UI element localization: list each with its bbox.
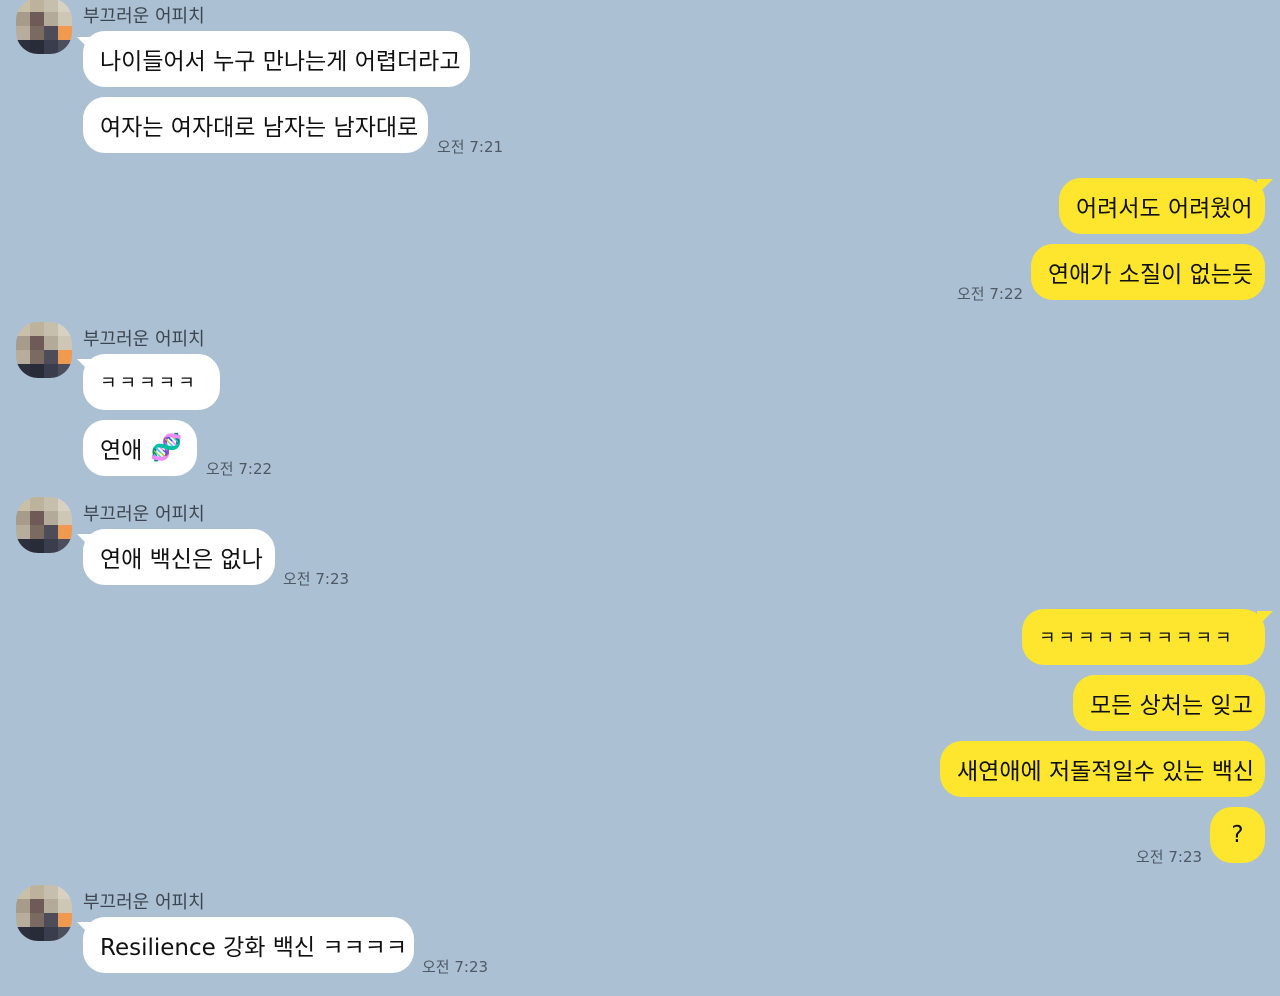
message-bubble[interactable]: ? xyxy=(1210,807,1265,863)
message-text: Resilience 강화 백신 ㅋㅋㅋㅋ xyxy=(100,935,407,961)
message-text: 새연애에 저돌적일수 있는 백신 xyxy=(957,759,1255,785)
message-bubble[interactable]: 연애 백신은 없나 xyxy=(83,529,275,585)
message-time: 오전 7:22 xyxy=(206,460,273,478)
message-bubble[interactable]: 연애 🧬 xyxy=(83,420,197,476)
message-time: 오전 7:21 xyxy=(437,138,504,156)
message-text: 어려서도 어려웠어 xyxy=(1076,196,1253,222)
message-text: ㅋㅋㅋㅋㅋㅋㅋㅋㅋㅋ xyxy=(1039,628,1235,649)
sender-name: 부끄러운 어피치 xyxy=(83,892,205,913)
message-text: 여자는 여자대로 남자는 남자대로 xyxy=(100,115,419,141)
message-bubble[interactable]: 연애가 소질이 없는듯 xyxy=(1031,244,1265,300)
dna-emoji: 🧬 xyxy=(150,433,183,463)
message-time: 오전 7:23 xyxy=(422,958,489,976)
message-bubble[interactable]: 모든 상처는 잊고 xyxy=(1073,675,1265,731)
message-text: 연애가 소질이 없는듯 xyxy=(1048,262,1254,288)
message-text: ㅋㅋㅋㅋㅋ xyxy=(100,373,198,394)
sender-avatar[interactable] xyxy=(16,322,72,378)
message-bubble[interactable]: 여자는 여자대로 남자는 남자대로 xyxy=(83,97,428,153)
message-time: 오전 7:23 xyxy=(1136,848,1203,866)
sender-avatar[interactable] xyxy=(16,0,72,54)
sender-name: 부끄러운 어피치 xyxy=(83,6,205,27)
message-text: ? xyxy=(1231,822,1244,848)
message-text: 연애 백신은 없나 xyxy=(100,547,263,573)
sender-avatar[interactable] xyxy=(16,497,72,553)
sender-name: 부끄러운 어피치 xyxy=(83,329,205,350)
message-bubble[interactable]: ㅋㅋㅋㅋㅋㅋㅋㅋㅋㅋ xyxy=(1022,609,1265,665)
message-text: 연애 xyxy=(100,438,143,464)
message-bubble[interactable]: Resilience 강화 백신 ㅋㅋㅋㅋ xyxy=(83,917,414,973)
message-bubble[interactable]: 나이들어서 누구 만나는게 어렵더라고 xyxy=(83,31,470,87)
message-text: 나이들어서 누구 만나는게 어렵더라고 xyxy=(100,49,461,75)
message-time: 오전 7:22 xyxy=(957,285,1024,303)
sender-avatar[interactable] xyxy=(16,885,72,941)
message-bubble[interactable]: 새연애에 저돌적일수 있는 백신 xyxy=(940,741,1265,797)
message-bubble[interactable]: 어려서도 어려웠어 xyxy=(1059,178,1265,234)
message-text: 모든 상처는 잊고 xyxy=(1090,693,1253,719)
message-time: 오전 7:23 xyxy=(283,570,350,588)
sender-name: 부끄러운 어피치 xyxy=(83,504,205,525)
message-bubble[interactable]: ㅋㅋㅋㅋㅋ xyxy=(83,354,220,410)
